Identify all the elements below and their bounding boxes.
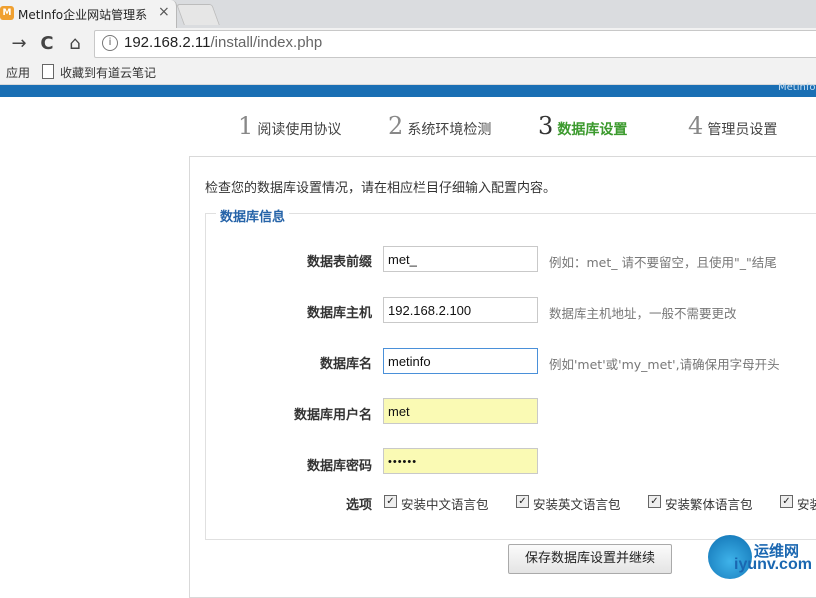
site-header-bar [0,85,816,97]
url-text[interactable]: 192.168.2.11/install/index.php [124,34,322,51]
step-number: 4 [688,112,704,140]
url-path: /install/index.php [210,34,323,51]
step-label: 系统环境检测 [407,122,492,138]
db-name-hint: 例如'met'或'my_met',请确保用字母开头 [549,357,780,372]
tab-title: MetInfo企业网站管理系 [18,8,148,22]
table-prefix-hint: 例如：met_ 请不要留空，且使用"_"结尾 [549,255,777,270]
step-4: 4 管理员设置 [688,112,777,140]
checkbox-english-label[interactable]: 安装英文语言包 [533,494,621,513]
db-user-label: 数据库用户名 [293,408,372,423]
db-name-label: 数据库名 [319,357,372,372]
checkbox-more[interactable]: ✓ [780,495,793,508]
db-host-input[interactable]: 192.168.2.100 [383,297,538,323]
info-icon[interactable]: i [102,35,118,51]
step-3-active: 3 数据库设置 [538,112,627,140]
db-user-input[interactable]: met [383,398,538,424]
step-label: 管理员设置 [707,122,778,138]
new-tab-button[interactable] [176,4,220,25]
intro-text: 检查您的数据库设置情况，请在相应栏目仔细输入配置内容。 [205,181,557,196]
checkbox-chinese[interactable]: ✓ [384,495,397,508]
step-number: 1 [238,112,254,140]
watermark-domain: iyunv.com [734,556,812,573]
db-password-input[interactable]: •••••• [383,448,538,474]
url-host: 192.168.2.11 [124,34,211,51]
step-number: 3 [538,112,554,140]
db-password-label: 数据库密码 [306,459,372,474]
db-name-input[interactable]: metinfo [383,348,538,374]
document-icon [42,64,54,79]
db-host-label: 数据库主机 [306,306,372,321]
save-continue-button[interactable]: 保存数据库设置并继续 [508,544,672,574]
step-label: 数据库设置 [557,122,628,138]
table-prefix-label: 数据表前缀 [306,255,372,270]
fieldset-legend: 数据库信息 [216,206,290,225]
checkbox-more-label[interactable]: 安装 [797,494,816,513]
step-number: 2 [388,112,404,140]
tab-metinfo[interactable]: M MetInfo企业网站管理系 × [0,0,177,28]
tab-close-icon[interactable]: × [158,4,170,20]
bookmark-apps[interactable]: 应用 [6,64,30,81]
step-label: 阅读使用协议 [257,122,342,138]
reload-icon[interactable]: C [36,33,58,55]
db-host-hint: 数据库主机地址，一般不需要更改 [549,306,737,321]
home-icon[interactable]: ⌂ [64,33,86,55]
forward-arrow-icon[interactable]: → [8,33,30,55]
options-label: 选项 [345,498,372,513]
site-brand-text: Metinfo [778,82,816,93]
checkbox-english[interactable]: ✓ [516,495,529,508]
checkbox-traditional-label[interactable]: 安装繁体语言包 [665,494,753,513]
step-2: 2 系统环境检测 [388,112,491,140]
checkbox-traditional[interactable]: ✓ [648,495,661,508]
bookmark-youdao[interactable]: 收藏到有道云笔记 [60,64,156,81]
metinfo-favicon-icon: M [0,6,14,20]
checkbox-chinese-label[interactable]: 安装中文语言包 [401,494,489,513]
table-prefix-input[interactable]: met_ [383,246,538,272]
step-1: 1 阅读使用协议 [238,112,341,140]
